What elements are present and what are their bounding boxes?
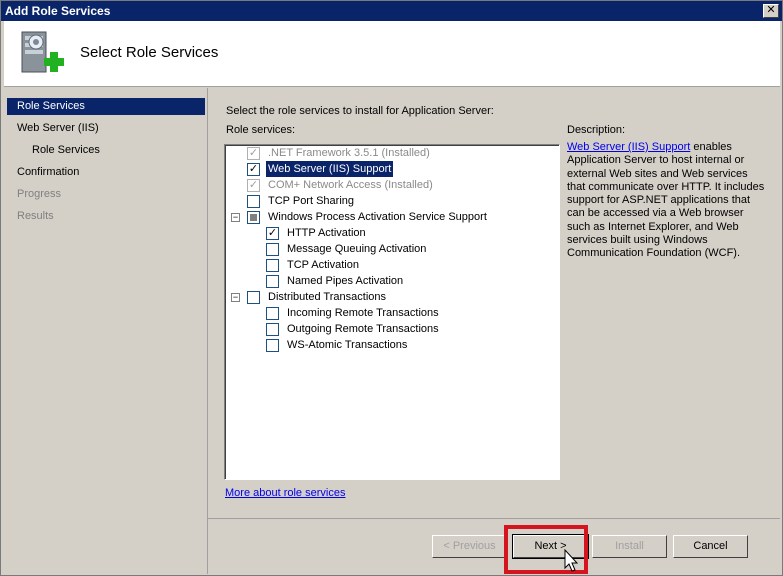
checkbox-outgoing-remote-transactions[interactable]	[266, 323, 279, 336]
tree-item-label: Incoming Remote Transactions	[287, 307, 439, 319]
description-text: enables Application Server to host inter…	[567, 141, 765, 260]
tree-item-label: Named Pipes Activation	[287, 275, 404, 287]
role-services-label: Role services:	[226, 124, 296, 136]
checkbox-http-activation[interactable]: ✓	[266, 227, 279, 240]
tree-item-label: .NET Framework 3.5.1 (Installed)	[268, 147, 430, 159]
tree-item-label: Outgoing Remote Transactions	[287, 323, 439, 335]
nav-item-web-server-role-services[interactable]: Role Services	[7, 142, 205, 159]
wizard-footer: < Previous Next > Install Cancel	[207, 518, 780, 574]
tree-item-label: TCP Port Sharing	[268, 195, 355, 207]
nav-item-confirmation[interactable]: Confirmation	[7, 164, 205, 181]
wizard-nav: Role Services Web Server (IIS) Role Serv…	[4, 88, 206, 574]
description-panel: Web Server (IIS) Support enables Applica…	[567, 141, 767, 261]
page-title: Select Role Services	[80, 44, 219, 61]
nav-item-role-services[interactable]: Role Services	[7, 98, 205, 115]
intro-text: Select the role services to install for …	[226, 105, 494, 117]
cancel-button[interactable]: Cancel	[673, 535, 748, 558]
tree-item-label: COM+ Network Access (Installed)	[268, 179, 433, 191]
collapse-icon[interactable]: −	[231, 293, 240, 302]
checkbox-net-framework: ✓	[247, 147, 260, 160]
main-content: Select the role services to install for …	[207, 88, 780, 518]
nav-item-progress: Progress	[17, 188, 62, 200]
add-role-services-window: Add Role Services ✕ Select Role Services…	[0, 0, 783, 576]
tree-item-label: Web Server (IIS) Support	[266, 161, 394, 177]
window-title: Add Role Services	[5, 4, 111, 18]
previous-button[interactable]: < Previous	[432, 535, 507, 558]
checkbox-incoming-remote-transactions[interactable]	[266, 307, 279, 320]
description-link[interactable]: Web Server (IIS) Support	[567, 141, 690, 153]
tree-item-label: TCP Activation	[287, 259, 359, 271]
checkbox-ws-atomic-transactions[interactable]	[266, 339, 279, 352]
tree-item-label: Message Queuing Activation	[287, 243, 427, 255]
checkbox-tcp-activation[interactable]	[266, 259, 279, 272]
wizard-header: Select Role Services	[4, 21, 780, 87]
checkbox-web-server-iis-support[interactable]: ✓	[247, 163, 260, 176]
nav-item-web-server[interactable]: Web Server (IIS)	[7, 120, 205, 137]
close-button[interactable]: ✕	[763, 4, 779, 18]
checkbox-tcp-port-sharing[interactable]	[247, 195, 260, 208]
nav-item-results: Results	[17, 210, 54, 222]
role-services-tree[interactable]: ✓ .NET Framework 3.5.1 (Installed) ✓ Web…	[224, 144, 560, 480]
server-plus-icon	[21, 31, 64, 73]
checkbox-message-queuing-activation[interactable]	[266, 243, 279, 256]
window-titlebar: Add Role Services ✕	[1, 1, 782, 21]
collapse-icon[interactable]: −	[231, 213, 240, 222]
tree-item-label: WS-Atomic Transactions	[287, 339, 408, 351]
checkbox-named-pipes-activation[interactable]	[266, 275, 279, 288]
checkbox-was-support[interactable]	[247, 211, 260, 224]
description-label: Description:	[567, 124, 626, 136]
install-button[interactable]: Install	[592, 535, 667, 558]
tree-item-label: Windows Process Activation Service Suppo…	[268, 211, 487, 223]
more-about-role-services-link[interactable]: More about role services	[225, 487, 345, 499]
checkbox-distributed-transactions[interactable]	[247, 291, 260, 304]
tree-item-label: HTTP Activation	[287, 227, 366, 239]
checkbox-com-network-access: ✓	[247, 179, 260, 192]
mouse-cursor-icon	[564, 549, 579, 572]
tree-item-label: Distributed Transactions	[268, 291, 386, 303]
